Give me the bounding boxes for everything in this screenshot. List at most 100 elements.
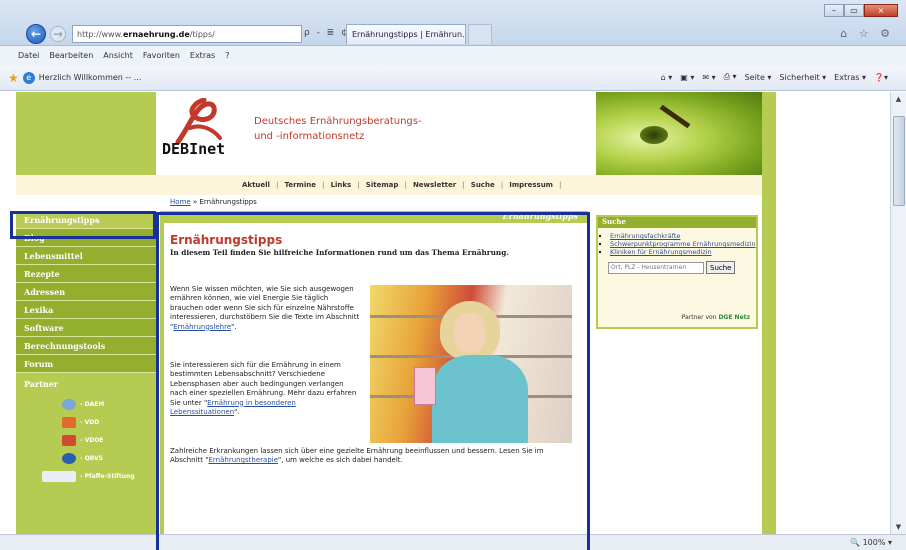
scroll-down-icon[interactable]: ▼ (891, 520, 906, 534)
tab-ernaehrungstipps[interactable]: Ernährungstipps | Ernährun... × (346, 24, 466, 44)
site-favicon-icon: e (22, 71, 35, 84)
search-button[interactable]: Suche (706, 261, 736, 274)
mail-icon[interactable]: ✉ ▾ (702, 73, 715, 82)
partner-vdoe[interactable]: - VDOE (16, 431, 156, 449)
maximize-button[interactable]: ▭ (844, 4, 864, 17)
nav-links[interactable]: Links (331, 181, 352, 189)
scroll-up-icon[interactable]: ▲ (891, 92, 906, 106)
minimize-button[interactable]: – (824, 4, 844, 17)
vertical-scrollbar[interactable]: ▲ ▼ (890, 92, 906, 534)
site-header: DEBInet Deutsches Ernährungsberatungs- u… (156, 92, 596, 175)
sidebox-title: Suche (598, 217, 756, 228)
list-item: Kliniken für Ernährungsmedizin (610, 248, 756, 256)
menu-bearbeiten[interactable]: Bearbeiten (49, 51, 93, 60)
sidebar-item-lexika[interactable]: Lexika (16, 301, 156, 319)
site-title-line2: und -informationsnetz (254, 131, 365, 142)
site-title: Deutsches Ernährungsberatungs- und -info… (254, 114, 422, 144)
home-icon[interactable]: ⌂ ▾ (661, 73, 673, 82)
nav-suche[interactable]: Suche (471, 181, 495, 189)
vdd-logo-icon (62, 416, 76, 428)
sidebar-item-lebensmittel[interactable]: Lebensmittel (16, 247, 156, 265)
print-icon[interactable]: ⎙ ▾ (724, 72, 737, 82)
nav-sitemap[interactable]: Sitemap (366, 181, 399, 189)
partner-von-label: Partner von (681, 314, 717, 321)
highlight-box-sidebar (10, 211, 156, 239)
partner-qbvs[interactable]: - QBVS (16, 449, 156, 467)
search-links: Ernährungsfachkräfte Schwerpunktprogramm… (598, 228, 756, 256)
logo-text[interactable]: DEBInet (162, 140, 225, 158)
search-input[interactable] (608, 261, 704, 274)
nav-impressum[interactable]: Impressum (509, 181, 553, 189)
breadcrumb: Home » Ernährungstipps (16, 195, 762, 211)
nav-newsletter[interactable]: Newsletter (413, 181, 456, 189)
extras-menu[interactable]: Extras ▾ (834, 73, 866, 82)
sidebar-item-software[interactable]: Software (16, 319, 156, 337)
sidebar-item-adressen[interactable]: Adressen (16, 283, 156, 301)
page-menu[interactable]: Seite ▾ (745, 73, 772, 82)
link-kliniken[interactable]: Kliniken für Ernährungsmedizin (610, 248, 712, 256)
highlight-box-content (156, 212, 590, 550)
search-row: Suche (598, 256, 756, 274)
window-controls: – ▭ × (824, 4, 898, 17)
security-menu[interactable]: Sicherheit ▾ (779, 73, 826, 82)
address-bar[interactable]: http://www. ernaehrung.de/tipps/ (72, 25, 302, 43)
partner-daem[interactable]: - DAEM (16, 395, 156, 413)
partner-label: - VDD (80, 418, 100, 426)
dge-netz-logo[interactable]: DGE Netz (718, 314, 750, 321)
menu-ansicht[interactable]: Ansicht (103, 51, 133, 60)
menu-help[interactable]: ? (225, 51, 229, 60)
search-sidebox: Suche Ernährungsfachkräfte Schwerpunktpr… (596, 215, 758, 329)
qbvs-logo-icon (62, 452, 76, 464)
back-button[interactable]: ← (26, 24, 46, 44)
browser-titlebar: ← → http://www. ernaehrung.de/tipps/ ρ - … (0, 0, 906, 46)
menu-favoriten[interactable]: Favoriten (143, 51, 180, 60)
favorite-link[interactable]: Herzlich Willkommen -- ... (39, 73, 142, 82)
partner-label: - Pfaffe-Stiftung (80, 472, 135, 480)
site-title-line1: Deutsches Ernährungsberatungs- (254, 116, 422, 127)
partner-label: - VDOE (80, 436, 104, 444)
nav-aktuell[interactable]: Aktuell (242, 181, 270, 189)
zoom-level[interactable]: 🔍 100% ▾ (850, 538, 892, 547)
breadcrumb-current: Ernährungstipps (199, 198, 257, 206)
partner-vdd[interactable]: - VDD (16, 413, 156, 431)
forward-button[interactable]: → (50, 26, 66, 42)
breadcrumb-home[interactable]: Home (170, 198, 191, 206)
address-prefix: http://www. (77, 29, 123, 39)
debinet-logo-icon (175, 98, 222, 145)
tab-title: Ernährungstipps | Ernährun... (352, 30, 466, 39)
partner-label: - DAEM (80, 400, 105, 408)
new-tab-button[interactable] (468, 24, 492, 44)
sidebar-item-berechnungstools[interactable]: Berechnungstools (16, 337, 156, 355)
menu-datei[interactable]: Datei (18, 51, 39, 60)
scroll-thumb[interactable] (893, 116, 905, 206)
forward-arrow-icon: → (52, 27, 64, 41)
nav-termine[interactable]: Termine (285, 181, 316, 189)
link-schwerpunktprogramme[interactable]: Schwerpunktprogramme Ernährungsmedizin (610, 240, 756, 248)
command-bar: ⌂ ▾ ▣ ▾ ✉ ▾ ⎙ ▾ Seite ▾ Sicherheit ▾ Ext… (661, 72, 888, 82)
address-suffix: /tipps/ (189, 29, 215, 39)
partner-pfaffe[interactable]: - Pfaffe-Stiftung (16, 467, 156, 485)
daem-logo-icon (62, 398, 76, 410)
sidebar-item-forum[interactable]: Forum (16, 355, 156, 373)
vdoe-logo-icon (62, 434, 76, 446)
pfaffe-logo-icon (42, 470, 76, 482)
menu-bar: Datei Bearbeiten Ansicht Favoriten Extra… (0, 46, 906, 65)
favorites-star-icon[interactable]: ★ (8, 71, 19, 85)
sidebar-nav: Ernährungstipps Blog Lebensmittel Rezept… (16, 211, 156, 534)
header-green-panel (16, 92, 156, 175)
top-navigation: Aktuell | Termine | Links | Sitemap | Newsle… (16, 175, 762, 195)
address-domain: ernaehrung.de (122, 29, 190, 39)
sidebar-item-rezepte[interactable]: Rezepte (16, 265, 156, 283)
help-icon[interactable]: ❓▾ (874, 73, 888, 82)
zoom-value: 100% (862, 538, 886, 547)
home-fav-tools-icons[interactable]: ⌂ ☆ ⚙ (840, 27, 894, 40)
apple-stem (659, 104, 691, 129)
apple-header-image (596, 92, 762, 175)
feeds-icon[interactable]: ▣ ▾ (680, 73, 694, 82)
menu-extras[interactable]: Extras (190, 51, 215, 60)
partner-label: - QBVS (80, 454, 103, 462)
link-fachkraefte[interactable]: Ernährungsfachkräfte (610, 232, 680, 240)
right-green-border (762, 92, 776, 534)
close-window-button[interactable]: × (864, 4, 898, 17)
apple-core (640, 126, 668, 144)
